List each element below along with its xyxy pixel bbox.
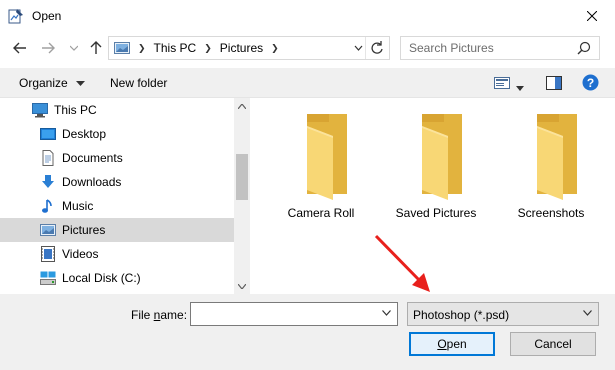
documents-icon (42, 150, 54, 166)
videos-icon (41, 246, 55, 262)
nav-item-local-disk[interactable]: Local Disk (C:) (0, 266, 234, 290)
preview-pane-icon (546, 76, 562, 90)
organize-button[interactable]: Organize (19, 76, 86, 90)
chevron-down-icon[interactable] (382, 310, 391, 316)
forward-button[interactable] (40, 40, 56, 56)
view-options-button[interactable] (516, 80, 524, 94)
file-name-combo[interactable] (190, 302, 398, 326)
folder-label: Camera Roll (287, 206, 355, 220)
local-disk-icon (40, 271, 56, 285)
nav-item-label: Local Disk (C:) (62, 271, 141, 285)
close-icon (587, 11, 597, 21)
svg-text:?: ? (587, 76, 594, 90)
recent-locations-button[interactable] (66, 40, 82, 56)
address-bar[interactable]: ❯ This PC ❯ Pictures ❯ (108, 36, 390, 60)
breadcrumb-separator[interactable]: ❯ (204, 43, 212, 54)
nav-item-music[interactable]: Music (0, 194, 234, 218)
app-icon (8, 9, 23, 24)
address-divider (365, 37, 366, 59)
change-view-button[interactable] (494, 75, 510, 94)
folder-icon (307, 114, 347, 200)
preview-pane-button[interactable] (546, 75, 562, 94)
back-arrow-icon (13, 42, 26, 54)
folder-saved-pictures[interactable]: Saved Pictures (386, 112, 486, 220)
breadcrumb-separator[interactable]: ❯ (138, 43, 146, 54)
breadcrumb-this-pc[interactable]: This PC (154, 41, 197, 55)
chevron-down-icon (76, 81, 86, 86)
scroll-down-icon[interactable] (238, 284, 246, 289)
breadcrumb-separator[interactable]: ❯ (271, 43, 279, 54)
forward-arrow-icon (42, 42, 55, 54)
nav-item-label: Music (62, 199, 94, 213)
scrollbar-thumb[interactable] (236, 154, 248, 200)
nav-item-pictures[interactable]: Pictures (0, 218, 234, 242)
music-icon (42, 199, 52, 213)
back-button[interactable] (12, 40, 28, 56)
file-name-label: File name: (131, 308, 187, 322)
nav-item-label: This PC (54, 103, 97, 117)
folder-camera-roll[interactable]: Camera Roll (271, 112, 371, 220)
nav-item-downloads[interactable]: Downloads (0, 170, 234, 194)
nav-item-label: Desktop (62, 127, 107, 141)
file-type-select[interactable]: Photoshop (*.psd) (407, 302, 599, 326)
file-name-label-text: File (131, 308, 154, 322)
chevron-down-icon (70, 45, 78, 51)
nav-item-documents[interactable]: Documents (0, 146, 234, 170)
bottom-panel: File name: Photoshop (*.psd) Open Cancel (0, 294, 615, 370)
file-name-label-text: ame: (160, 308, 188, 322)
folder-screenshots[interactable]: Screenshots (501, 112, 601, 220)
open-access-key: O (437, 337, 447, 351)
chevron-down-icon[interactable] (354, 41, 363, 55)
help-button[interactable]: ? (582, 74, 599, 94)
folder-label: Screenshots (517, 206, 585, 220)
search-input[interactable] (401, 37, 571, 59)
file-name-field[interactable] (191, 303, 377, 325)
folder-icon (537, 114, 577, 200)
breadcrumb-pictures[interactable]: Pictures (220, 41, 263, 55)
command-bar: Organize New folder ? (0, 68, 615, 98)
open-button[interactable]: Open (409, 332, 495, 356)
chevron-down-icon (516, 86, 524, 91)
pictures-location-icon (114, 42, 130, 54)
nav-item-this-pc[interactable]: This PC (0, 98, 234, 122)
computer-icon (32, 103, 48, 118)
file-list: Camera Roll Saved Pictures Screenshots (251, 98, 615, 294)
search-icon[interactable] (577, 41, 591, 55)
nav-item-label: Documents (62, 151, 123, 165)
chevron-down-icon (583, 310, 592, 316)
desktop-icon (40, 128, 56, 140)
nav-item-label: Downloads (62, 175, 122, 189)
downloads-icon (42, 175, 54, 188)
open-label: pen (446, 337, 467, 351)
cancel-button[interactable]: Cancel (510, 332, 596, 356)
nav-item-label: Pictures (62, 223, 106, 237)
view-icon (494, 77, 510, 89)
search-box[interactable] (400, 36, 600, 60)
nav-item-label: Videos (62, 247, 99, 261)
nav-item-videos[interactable]: Videos (0, 242, 234, 266)
organize-label: Organize (19, 76, 68, 90)
title-bar: Open (0, 0, 615, 32)
window-title: Open (32, 9, 62, 23)
navigation-pane: This PC Desktop Documents Downloads Musi… (0, 98, 250, 294)
folder-icon (422, 114, 462, 200)
up-button[interactable] (88, 40, 104, 56)
nav-item-desktop[interactable]: Desktop (0, 122, 234, 146)
help-icon: ? (582, 74, 599, 91)
scroll-up-icon[interactable] (238, 104, 246, 109)
close-button[interactable] (569, 0, 615, 32)
up-arrow-icon (90, 41, 102, 54)
file-type-value: Photoshop (*.psd) (413, 308, 510, 322)
refresh-icon[interactable] (369, 40, 385, 56)
new-folder-button[interactable]: New folder (110, 76, 167, 90)
pictures-icon (40, 224, 56, 236)
nav-scrollbar[interactable] (234, 98, 250, 294)
folder-label: Saved Pictures (395, 206, 477, 220)
